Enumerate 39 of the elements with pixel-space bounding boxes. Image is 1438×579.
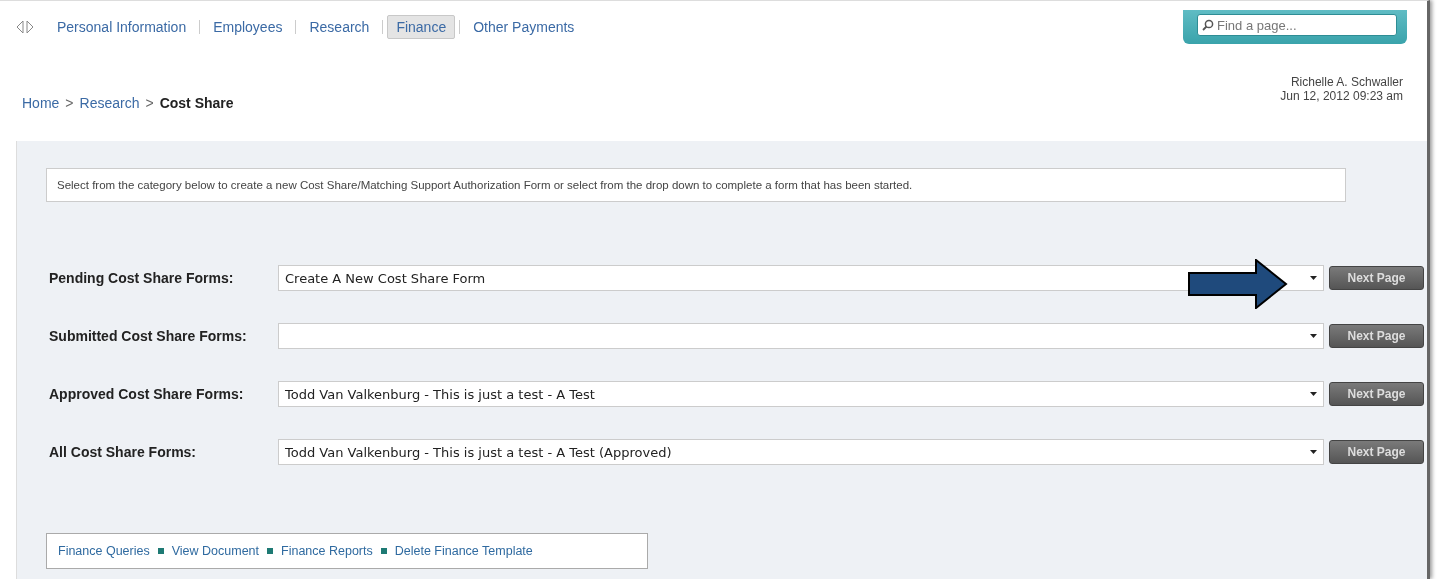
next-page-button[interactable]: Next Page — [1329, 382, 1424, 406]
nav-tab[interactable]: Personal Information — [48, 15, 196, 39]
next-page-button[interactable]: Next Page — [1329, 266, 1424, 290]
bullet-icon — [157, 548, 164, 554]
search-field[interactable]: Find a page... — [1197, 14, 1397, 36]
footer-link[interactable]: View Document — [171, 544, 260, 558]
breadcrumb-link[interactable]: Research — [79, 95, 140, 111]
date-time: Jun 12, 2012 09:23 am — [1280, 89, 1403, 103]
footer-link[interactable]: Finance Reports — [281, 544, 373, 558]
next-page-button[interactable]: Next Page — [1329, 440, 1424, 464]
form-dropdown[interactable]: Todd Van Valkenburg - This is just a test - A Test — [278, 381, 1324, 407]
form-dropdown[interactable]: Create A New Cost Share Form — [278, 265, 1324, 291]
bullet-icon — [380, 548, 387, 554]
field-label: Pending Cost Share Forms: — [48, 270, 235, 286]
instruction-text: Select from the category below to create a new Cost Share/Matching Support Authorization Form or select from the drop down to complete a form that has been started. — [46, 168, 1346, 202]
breadcrumb-separator: > — [145, 95, 154, 111]
dropdown-caret-icon — [1310, 276, 1317, 280]
dropdown-caret-icon — [1310, 392, 1317, 396]
nav-tab[interactable]: Research — [300, 15, 379, 39]
dropdown-caret-icon — [1310, 334, 1317, 338]
forward-icon[interactable] — [26, 20, 34, 34]
bullet-icon — [267, 548, 274, 554]
user-name: Richelle A. Schwaller — [1289, 75, 1403, 89]
search-icon — [1202, 19, 1214, 31]
breadcrumb-separator: > — [65, 95, 74, 111]
nav-tab[interactable]: Employees — [204, 15, 292, 39]
nav-tab[interactable]: Finance — [387, 15, 456, 39]
footer-link[interactable]: Finance Queries — [58, 544, 150, 558]
field-label: All Cost Share Forms: — [48, 444, 198, 460]
breadcrumb-current: Cost Share — [159, 95, 234, 111]
nav-tab[interactable]: Other Payments — [464, 15, 584, 39]
footer-link[interactable]: Delete Finance Template — [394, 544, 533, 558]
breadcrumb-link[interactable]: Home — [22, 95, 60, 111]
form-dropdown[interactable]: Todd Van Valkenburg - This is just a test - A Test (Approved) — [278, 439, 1324, 465]
field-label: Approved Cost Share Forms: — [48, 386, 245, 402]
next-page-button[interactable]: Next Page — [1329, 324, 1424, 348]
field-label: Submitted Cost Share Forms: — [48, 328, 248, 344]
back-icon[interactable] — [16, 20, 24, 34]
dropdown-caret-icon — [1310, 450, 1317, 454]
